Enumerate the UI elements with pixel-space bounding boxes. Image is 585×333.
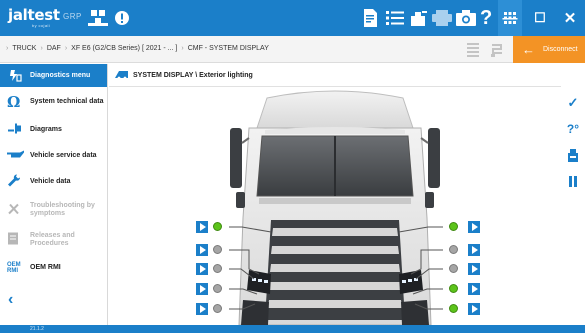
breadcrumb-item[interactable]: XF E6 (G2/CB Series) [ 2021 - ... ] bbox=[71, 45, 177, 52]
pause-icon[interactable] bbox=[566, 174, 580, 188]
sidebar-item-releases-procedures[interactable]: Releases and Procedures bbox=[0, 225, 107, 255]
oilcan-icon bbox=[7, 150, 25, 163]
omega-icon: Ω bbox=[7, 93, 21, 111]
light-right-2-status-led bbox=[449, 245, 458, 254]
content-header: SYSTEM DISPLAY \ Exterior lighting bbox=[109, 64, 561, 87]
light-left-2-play-button[interactable] bbox=[196, 244, 208, 256]
light-left-3-status-led bbox=[213, 264, 222, 273]
oil-can-icon[interactable] bbox=[410, 6, 428, 30]
camera-icon[interactable] bbox=[456, 6, 476, 30]
sidebar-item-label: Troubleshooting by symptoms bbox=[30, 202, 95, 217]
light-left-2-status-led bbox=[213, 245, 222, 254]
light-right-1-status-led bbox=[449, 222, 458, 231]
light-left-5-play-button[interactable] bbox=[196, 303, 208, 315]
check-icon[interactable]: ✓ bbox=[566, 95, 580, 110]
light-right-3-play-button[interactable] bbox=[468, 263, 480, 275]
breadcrumb-item[interactable]: DAF bbox=[47, 45, 61, 52]
breadcrumb: › TRUCK › DAF › XF E6 (G2/CB Series) [ 2… bbox=[6, 45, 269, 52]
light-left-4-status-led bbox=[213, 284, 222, 293]
jaltest-logo: jaltest by cojali bbox=[8, 6, 60, 28]
diagnostics-sidebar: Diagnostics menu Ω System technical data… bbox=[0, 64, 108, 325]
help-icon[interactable]: ? bbox=[480, 6, 492, 30]
sidebar-item-diagrams[interactable]: Diagrams bbox=[0, 117, 107, 143]
sidebar-item-label: Diagrams bbox=[30, 126, 62, 133]
sidebar-header-label: Diagnostics menu bbox=[30, 72, 91, 79]
sidebar-item-troubleshooting[interactable]: Troubleshooting by symptoms bbox=[0, 195, 107, 225]
maximize-button[interactable]: ☐ bbox=[525, 0, 555, 36]
logo-text: jaltest bbox=[8, 6, 60, 24]
disconnect-label: Disconnect bbox=[543, 46, 578, 53]
light-right-5-play-button[interactable] bbox=[468, 303, 480, 315]
truck-side-icon bbox=[115, 70, 129, 81]
sidebar-item-vehicle-service-data[interactable]: Vehicle service data bbox=[0, 143, 107, 169]
minimize-button[interactable]: — bbox=[495, 0, 525, 36]
wrench-icon bbox=[7, 174, 21, 191]
breadcrumb-item[interactable]: CMF - SYSTEM DISPLAY bbox=[188, 45, 269, 52]
sidebar-item-label: OEM RMI bbox=[30, 264, 61, 271]
disconnect-button[interactable]: ← Disconnect bbox=[513, 36, 585, 63]
close-button[interactable]: ✕ bbox=[555, 0, 585, 36]
breadcrumb-separator: › bbox=[6, 45, 9, 52]
report-icon[interactable] bbox=[362, 6, 378, 30]
help-settings-icon[interactable]: ?° bbox=[566, 122, 580, 136]
vehicle-group-icon[interactable] bbox=[88, 6, 108, 30]
status-bar: 21.1.2 bbox=[0, 325, 585, 333]
context-label: GRP bbox=[63, 12, 82, 21]
sidebar-item-label: Releases and Procedures bbox=[30, 232, 75, 247]
breadcrumb-separator: › bbox=[181, 45, 184, 52]
diagnostics-icon bbox=[9, 69, 22, 84]
light-left-5-status-led bbox=[213, 304, 222, 313]
light-right-1-play-button[interactable] bbox=[468, 221, 480, 233]
light-left-1-play-button[interactable] bbox=[196, 221, 208, 233]
oem-rmi-icon: OEM RMI bbox=[7, 262, 21, 274]
document-icon bbox=[7, 232, 19, 249]
test-icon[interactable] bbox=[466, 42, 480, 63]
sidebar-item-system-technical-data[interactable]: Ω System technical data bbox=[0, 87, 107, 117]
light-right-4-status-led bbox=[449, 284, 458, 293]
breadcrumb-item[interactable]: TRUCK bbox=[12, 45, 36, 52]
breadcrumb-bar: › TRUCK › DAF › XF E6 (G2/CB Series) [ 2… bbox=[0, 36, 585, 63]
back-arrow-icon: ← bbox=[522, 42, 535, 57]
light-right-5-status-led bbox=[449, 304, 458, 313]
tools-icon bbox=[7, 202, 21, 219]
sidebar-item-vehicle-data[interactable]: Vehicle data bbox=[0, 169, 107, 195]
printer-icon[interactable] bbox=[432, 6, 452, 30]
truck-view bbox=[109, 88, 561, 325]
collapse-sidebar-icon[interactable]: ‹ bbox=[8, 291, 13, 309]
breadcrumb-separator: › bbox=[40, 45, 43, 52]
alert-icon[interactable] bbox=[114, 6, 130, 30]
light-right-4-play-button[interactable] bbox=[468, 283, 480, 295]
page-title: SYSTEM DISPLAY \ Exterior lighting bbox=[133, 71, 253, 79]
sidebar-item-oem-rmi[interactable]: OEM RMI OEM RMI bbox=[0, 255, 107, 281]
light-left-1-status-led bbox=[213, 222, 222, 231]
sidebar-item-label: Vehicle data bbox=[30, 178, 71, 185]
right-toolbar: ✓ ?° bbox=[561, 64, 585, 325]
version-label: 21.1.2 bbox=[30, 326, 44, 332]
light-right-2-play-button[interactable] bbox=[468, 244, 480, 256]
plug-icon bbox=[7, 122, 23, 139]
light-right-3-status-led bbox=[449, 264, 458, 273]
breadcrumb-separator: › bbox=[64, 45, 68, 52]
list-icon[interactable] bbox=[386, 6, 404, 30]
sidebar-item-label: System technical data bbox=[30, 98, 104, 105]
logo-subtext: by cojali bbox=[32, 23, 51, 28]
truck-front-illustration bbox=[229, 90, 443, 325]
dashboard-icon[interactable] bbox=[566, 148, 580, 162]
wiring-icon[interactable] bbox=[490, 42, 504, 63]
light-left-4-play-button[interactable] bbox=[196, 283, 208, 295]
sidebar-header[interactable]: Diagnostics menu bbox=[0, 64, 107, 87]
sidebar-item-label: Vehicle service data bbox=[30, 152, 97, 159]
top-toolbar: jaltest by cojali GRP ? — ☐ ✕ bbox=[0, 0, 585, 36]
light-left-3-play-button[interactable] bbox=[196, 263, 208, 275]
